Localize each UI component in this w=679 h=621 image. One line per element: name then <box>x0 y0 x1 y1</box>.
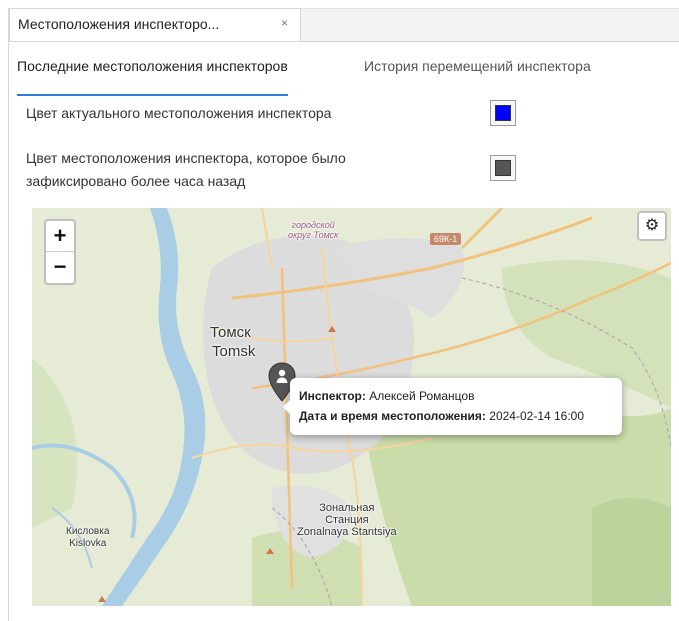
zonal-label-line2: Станция <box>325 514 369 526</box>
popup-datetime-label: Дата и время местоположения: <box>299 409 486 423</box>
gear-icon: ⚙ <box>644 217 660 234</box>
zonal-label-line1: Зональная <box>319 502 375 514</box>
map-view[interactable]: городской округ Томск 69К-1 Томск Tomsk … <box>32 208 671 606</box>
zonal-station-label: Зональная Станция Zonalnaya Stantsiya <box>297 502 397 538</box>
locations-window: Местоположения инспекторо... × Последние… <box>8 8 679 621</box>
document-tab-title: Местоположения инспекторо... <box>18 16 220 32</box>
kislovka-label-ru: Кисловка <box>66 526 110 537</box>
document-tab-strip: Местоположения инспекторо... × <box>9 8 679 42</box>
popup-inspector-value: Алексей Романцов <box>369 389 475 403</box>
current-color-label: Цвет актуального местоположения инспекто… <box>26 105 332 121</box>
zoom-control: + − <box>44 219 76 285</box>
close-icon[interactable]: × <box>281 16 288 30</box>
document-tab[interactable]: Местоположения инспекторо... × <box>9 8 301 41</box>
popup-tip <box>283 400 290 414</box>
city-label-ru: Томск <box>210 324 251 341</box>
kislovka-label-en: Kislovka <box>69 538 107 549</box>
okrug-label-line2: округ Томск <box>288 230 339 240</box>
popup-inspector-row: Инспектор: Алексей Романцов <box>299 389 474 403</box>
old-color-swatch <box>495 160 511 176</box>
popup-inspector-label: Инспектор: <box>299 389 366 403</box>
map-settings-button[interactable]: ⚙ <box>637 211 667 241</box>
popup-datetime-value: 2024-02-14 16:00 <box>489 409 585 423</box>
okrug-label: городской округ Томск <box>288 220 338 240</box>
old-color-label-line1: Цвет местоположения инспектора, которое … <box>26 150 346 166</box>
road-shield-label: 69К-1 <box>430 233 462 245</box>
old-color-label-line2: зафиксировано более часа назад <box>26 173 246 189</box>
okrug-label-line1: городской <box>291 220 335 230</box>
marker-popup: Инспектор: Алексей Романцов Дата и время… <box>283 378 622 435</box>
city-label-en: Tomsk <box>212 343 256 360</box>
zonal-label-line3: Zonalnaya Stantsiya <box>297 526 397 538</box>
tab-latest-locations[interactable]: Последние местоположения инспекторов <box>17 58 288 96</box>
current-color-picker[interactable] <box>490 100 516 126</box>
kislovka-label: Кисловка Kislovka <box>66 526 109 550</box>
popup-datetime-row: Дата и время местоположения: 2024-02-14 … <box>299 409 584 423</box>
current-color-swatch <box>495 105 511 121</box>
subtab-bar: Последние местоположения инспекторов Ист… <box>9 58 679 96</box>
zoom-in-button[interactable]: + <box>46 221 74 252</box>
old-color-picker[interactable] <box>490 155 516 181</box>
tab-movement-history[interactable]: История перемещений инспектора <box>364 58 591 88</box>
zoom-out-button[interactable]: − <box>46 252 74 282</box>
